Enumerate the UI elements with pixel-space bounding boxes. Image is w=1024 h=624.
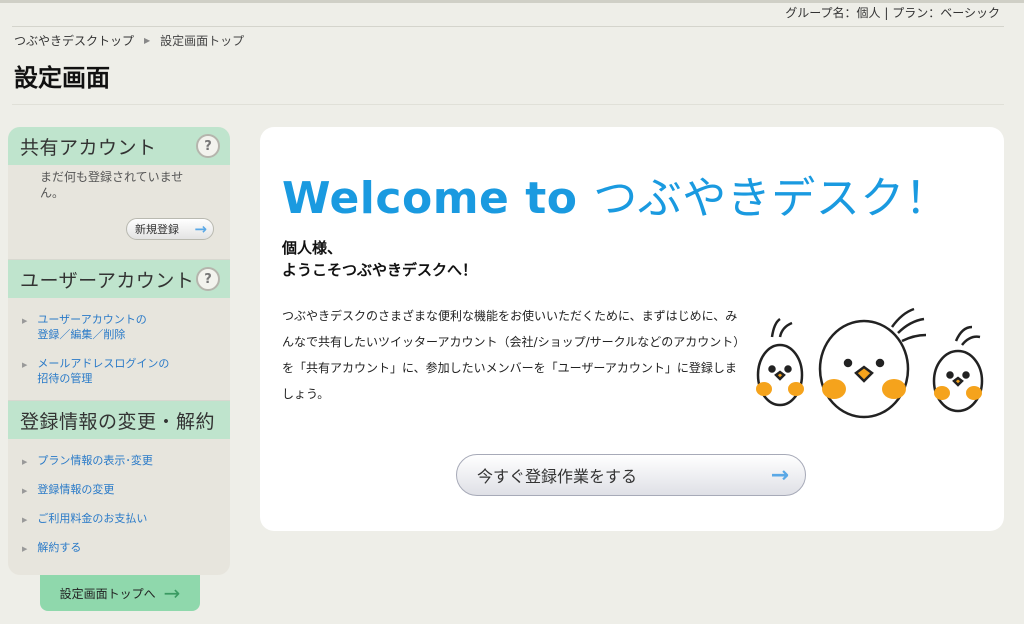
sidebar: 共有アカウント ? まだ何も登録されていません。 新規登録 → ユーザーアカウン… <box>8 127 230 575</box>
bird-large-center-icon <box>818 307 927 419</box>
triangle-bullet-icon: ▶ <box>22 545 28 553</box>
sidebar-link-plan-info[interactable]: ▶ プラン情報の表示･変更 <box>22 453 230 470</box>
greeting: 個人様、 ようこそつぶやきデスクへ！ <box>282 237 477 281</box>
start-registration-label: 今すぐ登録作業をする <box>477 467 638 486</box>
top-strip <box>0 0 1024 3</box>
settings-top-button[interactable]: 設定画面トップへ → <box>40 575 200 611</box>
group-plan-info: グループ名：個人 | プラン：ベーシック <box>785 6 1000 20</box>
triangle-bullet-icon: ▶ <box>22 317 28 325</box>
start-registration-button[interactable]: 今すぐ登録作業をする → <box>456 454 806 496</box>
welcome-heading: Welcome to つぶやきデスク！ <box>282 162 949 226</box>
new-register-button[interactable]: 新規登録 → <box>126 218 214 240</box>
user-accounts-links: ▶ ユーザーアカウントの登録／編集／削除 ▶ メールアドレスログインの招待の管理 <box>8 298 230 400</box>
sidebar-link-email-invites[interactable]: ▶ メールアドレスログインの招待の管理 <box>22 356 230 386</box>
breadcrumb-separator-icon: ▶ <box>144 36 151 45</box>
triangle-bullet-icon: ▶ <box>22 516 28 524</box>
welcome-en: Welcome to <box>282 173 594 224</box>
bird-mascots-illustration <box>756 307 984 419</box>
shared-accounts-empty-text: まだ何も登録されていません。 <box>40 170 184 200</box>
sidebar-link-registration-change[interactable]: ▶ 登録情報の変更 <box>22 482 230 499</box>
page-title: 設定画面 <box>14 64 110 92</box>
user-accounts-header: ユーザーアカウント ? <box>8 259 230 298</box>
help-icon[interactable]: ? <box>196 134 220 158</box>
sidebar-link-payment[interactable]: ▶ ご利用料金のお支払い <box>22 511 230 528</box>
bird-small-right-icon <box>932 325 984 413</box>
help-icon[interactable]: ? <box>196 267 220 291</box>
triangle-bullet-icon: ▶ <box>22 458 28 466</box>
bird-small-left-icon <box>756 317 804 407</box>
arrow-right-icon: → <box>194 220 207 238</box>
greeting-line1: 個人様、 <box>282 239 343 257</box>
breadcrumb-home-link[interactable]: つぶやきデスクトップ <box>14 32 134 49</box>
registration-heading: 登録情報の変更・解約 <box>20 410 216 433</box>
breadcrumb: つぶやきデスクトップ ▶ 設定画面トップ <box>14 32 244 49</box>
greeting-line2: ようこそつぶやきデスクへ！ <box>282 261 478 279</box>
triangle-bullet-icon: ▶ <box>22 487 28 495</box>
sidebar-link-user-account-edit[interactable]: ▶ ユーザーアカウントの登録／編集／削除 <box>22 312 230 342</box>
registration-header: 登録情報の変更・解約 <box>8 400 230 439</box>
user-accounts-heading: ユーザーアカウント <box>20 269 195 292</box>
arrow-right-icon: → <box>770 462 789 488</box>
divider <box>12 104 1004 105</box>
divider <box>12 26 1004 27</box>
triangle-bullet-icon: ▶ <box>22 361 28 369</box>
sidebar-link-cancel[interactable]: ▶ 解約する <box>22 540 230 557</box>
new-register-label: 新規登録 <box>135 223 179 236</box>
intro-text: つぶやきデスクのさまざまな便利な機能をお使いいただくために、まずはじめに、みんな… <box>282 309 740 401</box>
welcome-jp: つぶやきデスク！ <box>593 173 950 224</box>
registration-links: ▶ プラン情報の表示･変更 ▶ 登録情報の変更 ▶ ご利用料金のお支払い ▶ 解… <box>8 439 230 575</box>
settings-top-label: 設定画面トップへ <box>59 586 156 601</box>
welcome-card: Welcome to つぶやきデスク！ 個人様、 ようこそつぶやきデスクへ！ つ… <box>260 127 1004 531</box>
arrow-right-icon: → <box>163 581 181 605</box>
shared-accounts-header: 共有アカウント ? <box>8 127 230 165</box>
breadcrumb-current: 設定画面トップ <box>160 34 245 48</box>
shared-accounts-heading: 共有アカウント <box>20 136 157 159</box>
